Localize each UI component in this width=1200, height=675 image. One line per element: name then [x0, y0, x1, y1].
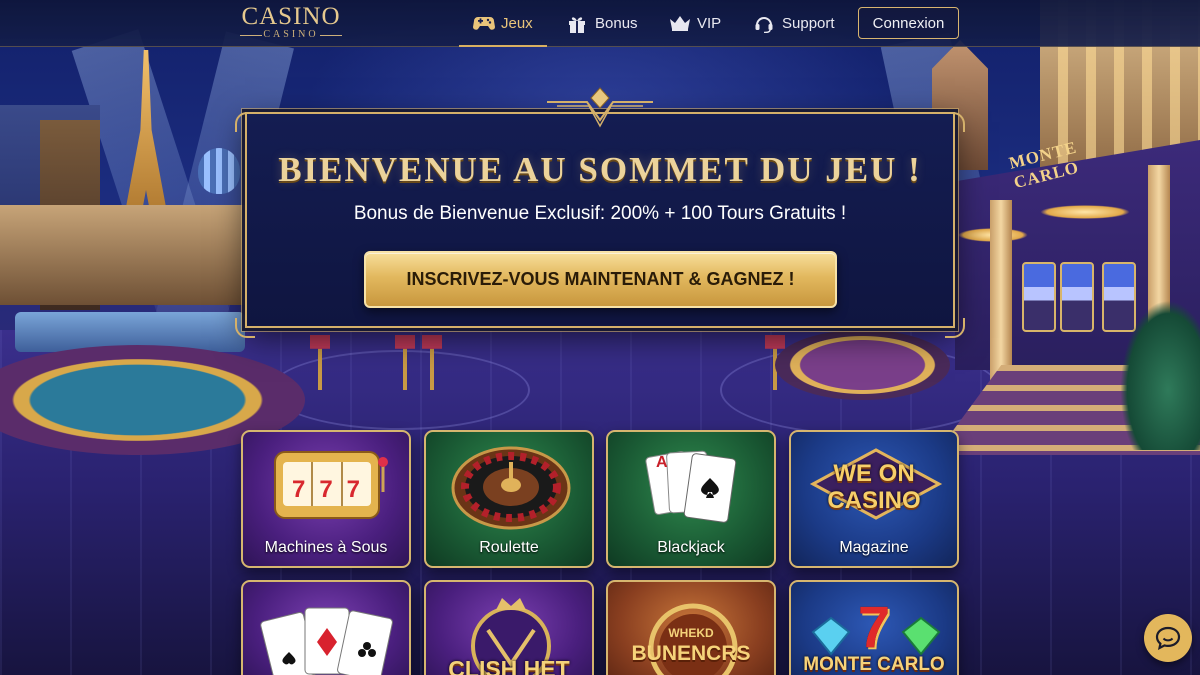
- live-chat-button[interactable]: [1144, 614, 1192, 662]
- game-card-poker[interactable]: [241, 580, 411, 675]
- welcome-banner: BIENVENUE AU SOMMET DU JEU ! Bonus de Bi…: [245, 112, 955, 328]
- game-card-label: Magazine: [839, 539, 909, 556]
- top-navigation: CASINO CASINO Jeux Bonus VIP Support Con…: [0, 0, 1200, 47]
- floor-ring: [270, 350, 530, 430]
- hero-subtitle: Bonus de Bienvenue Exclusif: 200% + 100 …: [353, 203, 847, 224]
- game-card-magazine[interactable]: WE ON CASINO Magazine: [789, 430, 959, 568]
- ceiling-lamp: [1040, 205, 1130, 219]
- game-card-roulette[interactable]: Roulette: [424, 430, 594, 568]
- game-card-label: Blackjack: [657, 539, 725, 556]
- playing-cards-icon: [645, 450, 737, 523]
- game-card-slots[interactable]: 777 Machines à Sous: [241, 430, 411, 568]
- nav-item-vip[interactable]: VIP: [669, 0, 721, 46]
- logo-subtitle: CASINO: [236, 30, 346, 40]
- gaming-table-illustration: [775, 330, 950, 400]
- game-card-label: Roulette: [479, 539, 539, 556]
- magazine-logo-text: WE ON CASINO: [827, 460, 921, 514]
- hero-corner-ornament: [235, 112, 255, 132]
- chat-bubble-icon: [1155, 626, 1181, 650]
- slot-reels-text: 777: [291, 476, 375, 503]
- lucky-seven-text: 7: [857, 595, 891, 660]
- nav-item-support[interactable]: Support: [754, 0, 835, 46]
- logo-wordmark: CASINO: [241, 3, 341, 30]
- game-card-label: Machines à Sous: [264, 539, 388, 556]
- card-rank-text: A: [656, 454, 668, 471]
- slot-machine-illustration: [1022, 262, 1056, 332]
- bunencrs-logo-text: BUNENCRS: [631, 642, 751, 665]
- monte-carlo-logo-text: MONTE CARLO: [803, 654, 945, 675]
- game-card-bunencrs[interactable]: WHEKD BUNENCRS: [606, 580, 776, 675]
- gamepad-icon: [473, 15, 495, 31]
- nav-item-jeux[interactable]: Jeux: [459, 0, 547, 47]
- headset-icon: [754, 15, 774, 34]
- game-card-monte-carlo[interactable]: 7 MONTE CARLO: [789, 580, 959, 675]
- nav-label: VIP: [697, 14, 722, 32]
- hero-diamond-ornament: [547, 87, 653, 128]
- hero-title: BIENVENUE AU SOMMET DU JEU !: [278, 150, 922, 189]
- bunencrs-top-text: WHEKD: [668, 626, 714, 640]
- crown-icon: [669, 15, 690, 31]
- slot-machine-illustration: [1060, 262, 1094, 332]
- nav-label: Support: [782, 14, 835, 32]
- poker-cards-icon: [260, 607, 393, 675]
- nav-label: Jeux: [501, 14, 533, 32]
- casino-logo[interactable]: CASINO CASINO: [236, 4, 346, 40]
- clish-het-logo-text: CLISH HET: [448, 656, 570, 675]
- column: [990, 200, 1012, 385]
- signup-cta-button[interactable]: INSCRIVEZ-VOUS MAINTENANT & GAGNEZ !: [364, 251, 837, 308]
- hot-air-balloon-illustration: [198, 148, 240, 194]
- game-card-clish-het[interactable]: CLISH HET: [424, 580, 594, 675]
- plant-illustration: [1120, 300, 1200, 450]
- gift-icon: [567, 15, 587, 33]
- palace-illustration: [0, 205, 245, 305]
- login-button[interactable]: Connexion: [858, 7, 959, 39]
- roulette-wheel-icon: [451, 446, 571, 530]
- game-card-blackjack[interactable]: A Blackjack: [606, 430, 776, 568]
- nav-item-bonus[interactable]: Bonus: [567, 0, 638, 46]
- nav-label: Bonus: [595, 14, 638, 32]
